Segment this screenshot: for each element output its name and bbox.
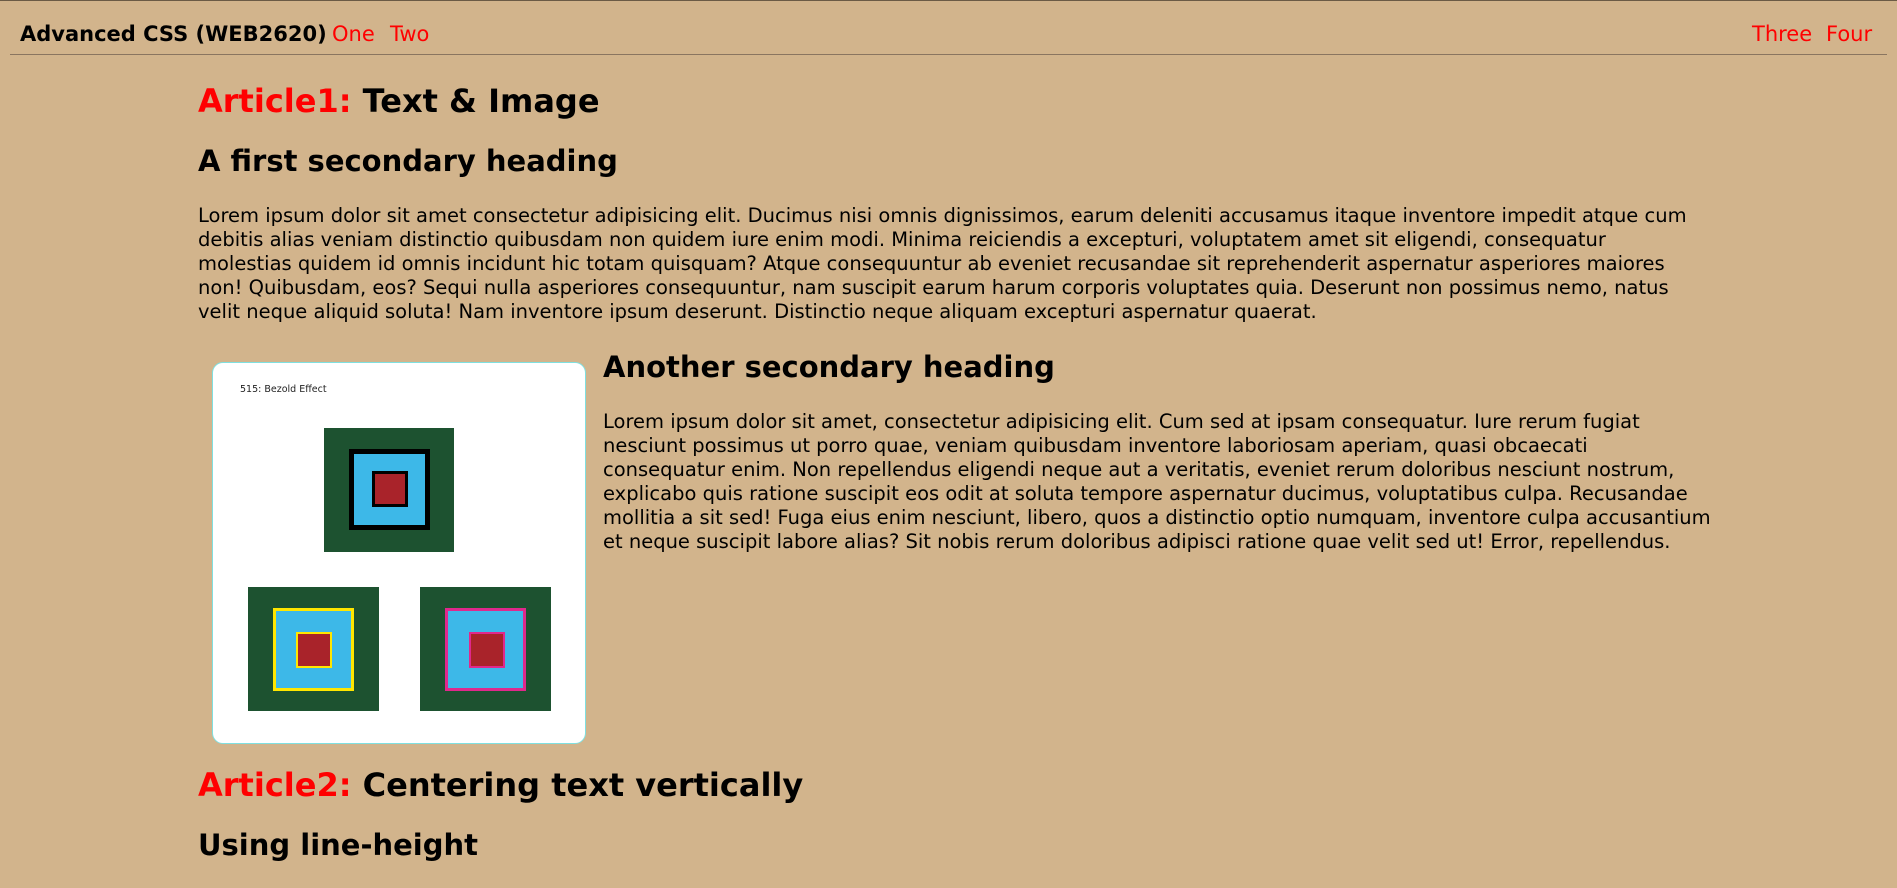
- site-brand: Advanced CSS (WEB2620): [20, 22, 327, 46]
- bezold-square-left-center: [296, 632, 332, 668]
- article-1-paragraph-first: Lorem ipsum dolor sit amet consectetur a…: [198, 204, 1687, 323]
- article-1-paragraph-second: Lorem ipsum dolor sit amet, consectetur …: [603, 410, 1711, 553]
- article-1-title: Article1: Text & Image: [198, 81, 600, 121]
- article-1-heading-first: A first secondary heading: [198, 144, 618, 178]
- nav-link-four[interactable]: Four: [1826, 21, 1872, 47]
- article-2-label: Article2:: [198, 766, 352, 804]
- bezold-square-top-center: [372, 471, 408, 507]
- nav-link-one[interactable]: One: [332, 21, 375, 47]
- article-1-title-text: Text & Image: [351, 82, 600, 120]
- nav-link-three[interactable]: Three: [1752, 21, 1812, 47]
- figure-caption: 515: Bezold Effect: [240, 384, 327, 395]
- article-1-label: Article1:: [198, 82, 352, 120]
- article-2-heading-first: Using line-height: [198, 828, 479, 862]
- article-2-title-text: Centering text vertically: [351, 766, 804, 804]
- top-navbar: Advanced CSS (WEB2620) One Two Three Fou…: [10, 1, 1887, 55]
- article-1-heading-second: Another secondary heading: [603, 350, 1055, 384]
- nav-link-two[interactable]: Two: [390, 21, 429, 47]
- bezold-effect-figure: 515: Bezold Effect: [212, 362, 586, 744]
- article-2-title: Article2: Centering text vertically: [198, 765, 803, 805]
- bezold-square-right-center: [469, 632, 505, 668]
